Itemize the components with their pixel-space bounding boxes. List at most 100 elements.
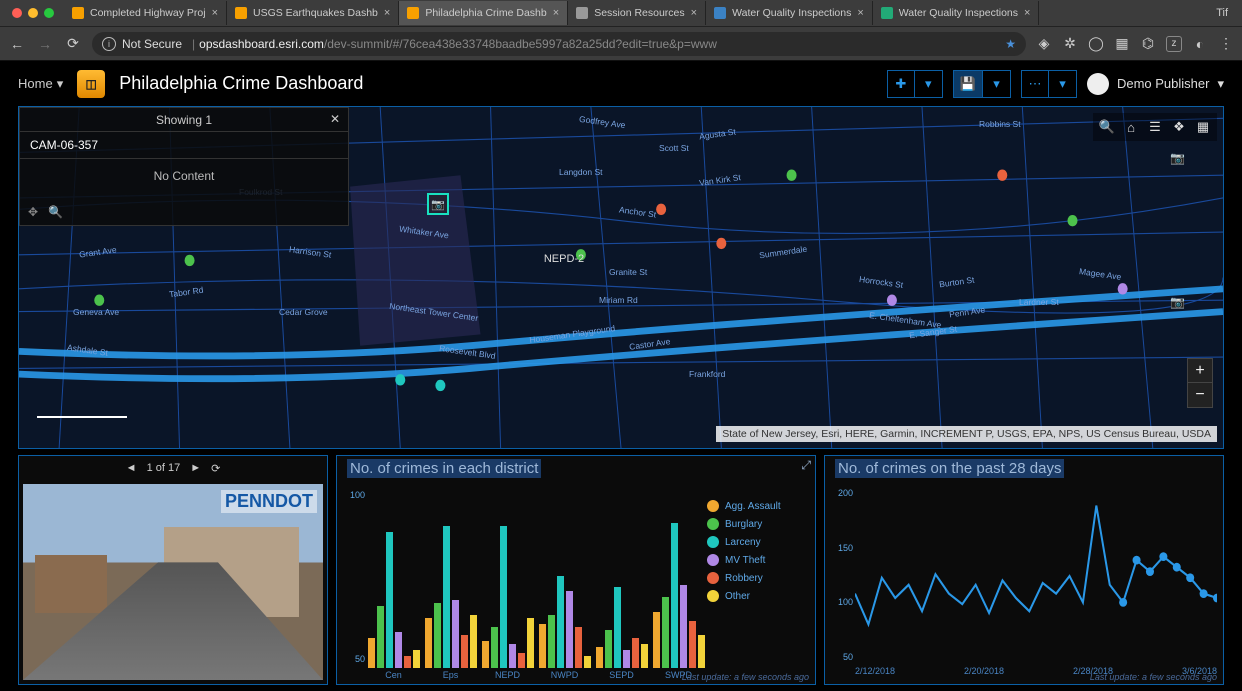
basemap-icon[interactable]: ❖ <box>1168 116 1190 138</box>
zoom-out-icon[interactable]: − <box>1188 383 1212 407</box>
reload-icon[interactable]: ⟳ <box>64 35 82 53</box>
bar[interactable] <box>689 621 696 668</box>
move-icon[interactable]: ✥ <box>28 205 38 219</box>
layer-list-icon[interactable]: ☰ <box>1144 116 1166 138</box>
bar[interactable] <box>605 630 612 668</box>
bar[interactable] <box>491 627 498 668</box>
legend-item[interactable]: Agg. Assault <box>707 500 807 512</box>
browser-tab[interactable]: Water Quality Inspections× <box>706 1 873 25</box>
bar[interactable] <box>662 597 669 668</box>
refresh-icon[interactable]: ⟳ <box>211 462 220 475</box>
kebab-menu-icon[interactable]: ⋮ <box>1218 36 1234 52</box>
save-dropdown[interactable]: ▾ <box>983 70 1011 98</box>
save-button[interactable]: 💾 <box>953 70 983 98</box>
close-tab-icon[interactable]: × <box>553 7 559 19</box>
close-tab-icon[interactable]: × <box>1024 7 1030 19</box>
bar[interactable] <box>698 635 705 668</box>
bar[interactable] <box>539 624 546 668</box>
bar[interactable] <box>632 638 639 668</box>
extension-icon[interactable]: ◐ <box>1192 36 1208 52</box>
legend-item[interactable]: MV Theft <box>707 554 807 566</box>
zoom-in-icon[interactable]: + <box>1188 359 1212 383</box>
legend-item[interactable]: Robbery <box>707 572 807 584</box>
bar[interactable] <box>566 591 573 668</box>
legend-item[interactable]: Larceny <box>707 536 807 548</box>
bar[interactable] <box>482 641 489 668</box>
bar[interactable] <box>596 647 603 668</box>
extension-icon[interactable]: ◯ <box>1088 36 1104 52</box>
legend-item[interactable]: Burglary <box>707 518 807 530</box>
browser-tab[interactable]: Philadelphia Crime Dashb× <box>399 1 568 25</box>
bar[interactable] <box>548 615 555 668</box>
browser-tab[interactable]: Water Quality Inspections× <box>873 1 1040 25</box>
search-icon[interactable]: 🔍 <box>1096 116 1118 138</box>
bar[interactable] <box>368 638 375 668</box>
camera-marker-icon[interactable]: 📷 <box>1170 151 1185 165</box>
more-dropdown[interactable]: ▾ <box>1049 70 1077 98</box>
bar[interactable] <box>443 526 450 668</box>
bar[interactable] <box>680 585 687 668</box>
extension-icon[interactable]: z <box>1166 36 1182 52</box>
bar[interactable] <box>377 606 384 668</box>
bar[interactable] <box>641 644 648 668</box>
bar[interactable] <box>575 627 582 668</box>
bar[interactable] <box>500 526 507 668</box>
browser-tab[interactable]: Completed Highway Proj× <box>64 1 227 25</box>
next-icon[interactable]: ► <box>190 462 201 474</box>
bar[interactable] <box>461 635 468 668</box>
camera-marker-icon[interactable]: 📷 <box>427 193 449 215</box>
forward-icon[interactable]: → <box>36 35 54 53</box>
bar[interactable] <box>434 603 441 668</box>
line-chart[interactable]: 20015010050 2/12/20182/20/20182/28/20183… <box>855 488 1217 680</box>
back-icon[interactable]: ← <box>8 35 26 53</box>
close-tab-icon[interactable]: × <box>212 7 218 19</box>
bar[interactable] <box>509 644 516 668</box>
bar[interactable] <box>425 618 432 668</box>
prev-icon[interactable]: ◄ <box>126 462 137 474</box>
add-dropdown[interactable]: ▾ <box>915 70 943 98</box>
bar[interactable] <box>413 650 420 668</box>
bar[interactable] <box>527 618 534 668</box>
minimize-window-icon[interactable] <box>28 8 38 18</box>
bar[interactable] <box>671 523 678 668</box>
home-link[interactable]: Home ▾ <box>18 76 63 92</box>
bar[interactable] <box>470 615 477 668</box>
browser-tab[interactable]: USGS Earthquakes Dashb× <box>227 1 399 25</box>
bookmark-star-icon[interactable]: ★ <box>1005 37 1016 51</box>
bar[interactable] <box>395 632 402 668</box>
url-field[interactable]: i Not Secure | opsdashboard.esri.com/dev… <box>92 32 1026 56</box>
close-tab-icon[interactable]: × <box>384 7 390 19</box>
legend-item[interactable]: Other <box>707 590 807 602</box>
browser-tab[interactable]: Session Resources× <box>568 1 706 25</box>
bar[interactable] <box>614 587 621 668</box>
more-button[interactable]: ⋯ <box>1021 70 1049 98</box>
maximize-window-icon[interactable] <box>44 8 54 18</box>
legend-icon[interactable]: ▦ <box>1192 116 1214 138</box>
bar[interactable] <box>404 656 411 668</box>
bar[interactable] <box>518 653 525 668</box>
close-tab-icon[interactable]: × <box>857 7 863 19</box>
bar[interactable] <box>584 656 591 668</box>
browser-profile[interactable]: Tif <box>1216 7 1236 19</box>
close-window-icon[interactable] <box>12 8 22 18</box>
home-extent-icon[interactable]: ⌂ <box>1120 116 1142 138</box>
camera-marker-icon[interactable]: 📷 <box>1170 295 1185 309</box>
user-menu[interactable]: Demo Publisher ▾ <box>1087 73 1224 95</box>
zoom-to-icon[interactable]: 🔍 <box>48 205 63 219</box>
camera-image[interactable]: PENNDOT <box>23 484 323 680</box>
bar-chart[interactable]: 10050 CenEpsNEPDNWPDSEPDSWPD Agg. Assaul… <box>337 484 815 684</box>
expand-icon[interactable]: ⤢ <box>801 458 811 473</box>
close-icon[interactable]: ✕ <box>330 112 340 126</box>
extension-icon[interactable]: ✲ <box>1062 36 1078 52</box>
site-info-icon[interactable]: i <box>102 37 116 51</box>
extension-icon[interactable]: ◈ <box>1036 36 1052 52</box>
bar[interactable] <box>557 576 564 668</box>
bar[interactable] <box>386 532 393 668</box>
bar[interactable] <box>623 650 630 668</box>
bar[interactable] <box>653 612 660 668</box>
extension-icon[interactable]: ▦ <box>1114 36 1130 52</box>
bar[interactable] <box>452 600 459 668</box>
extension-icon[interactable]: ⌬ <box>1140 36 1156 52</box>
add-button[interactable]: ✚ <box>887 70 915 98</box>
close-tab-icon[interactable]: × <box>691 7 697 19</box>
